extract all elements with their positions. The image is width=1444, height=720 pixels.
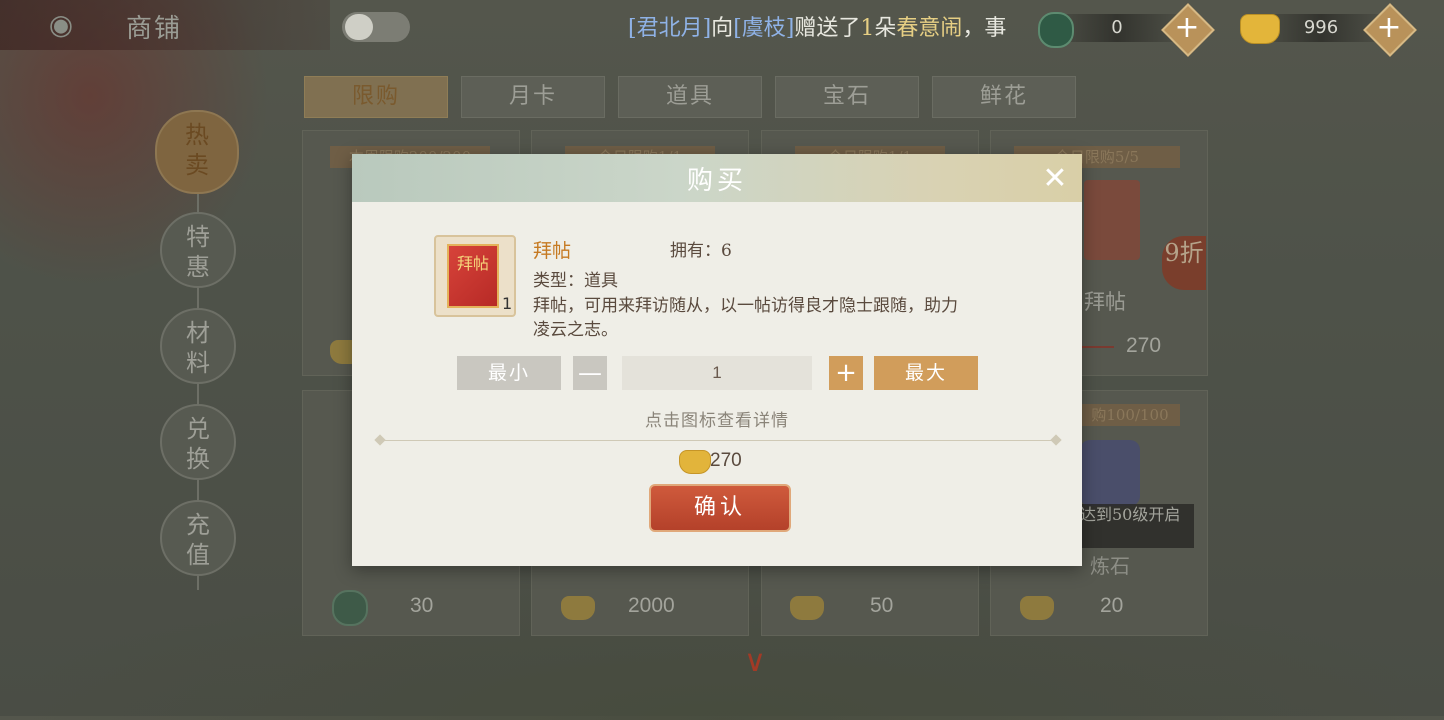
detail-hint: 点击图标查看详情 [645, 411, 789, 431]
card-price: 270 [1126, 334, 1162, 357]
item-name: 拜帖 [533, 240, 572, 262]
side-materials[interactable]: 材料 [160, 308, 236, 384]
total-price: 270 [710, 450, 742, 471]
divider [380, 440, 1058, 441]
flower-name: 春意闹 [896, 16, 963, 41]
close-icon[interactable]: ✕ [1040, 164, 1070, 194]
scroll-down-icon[interactable]: ∨ [744, 644, 766, 679]
page-title: 商铺 [126, 14, 183, 44]
discount-badge: 9折 [1162, 236, 1206, 290]
side-hot[interactable]: 热卖 [155, 110, 239, 194]
receiver-name: [虞枝] [733, 16, 795, 41]
tab-items[interactable]: 道具 [618, 76, 762, 118]
sender-name: [君北月] [628, 16, 712, 41]
lock-icon [1080, 440, 1140, 506]
toggle-knob[interactable] [345, 14, 373, 40]
card-price: 30 [410, 594, 434, 617]
side-label: 热卖 [185, 121, 209, 179]
side-label: 充值 [186, 511, 210, 569]
marquee-text: ，事 [962, 16, 1007, 41]
increase-button[interactable]: + [829, 356, 863, 390]
plus-icon[interactable]: + [1372, 11, 1406, 45]
card-price: 20 [1100, 594, 1124, 617]
baitie-item-icon[interactable] [1084, 180, 1140, 260]
side-recharge[interactable]: 充值 [160, 500, 236, 576]
marquee-text: 朵 [874, 16, 897, 41]
side-exchange[interactable]: 兑换 [160, 404, 236, 480]
lock-message: 达到50级开启 [1074, 504, 1194, 548]
gold-ingot-icon [679, 450, 711, 474]
side-label: 材料 [186, 319, 210, 377]
min-quantity-button[interactable]: 最小 [457, 356, 561, 390]
max-quantity-button[interactable]: 最大 [874, 356, 978, 390]
card-price: 50 [870, 594, 894, 617]
card-name: 炼石 [1090, 554, 1130, 578]
tab-limited[interactable]: 限购 [304, 76, 448, 118]
card-price: 2000 [628, 594, 675, 617]
marquee-text: 向 [711, 16, 734, 41]
baitie-book-icon[interactable]: 拜帖 [447, 244, 499, 308]
gold-ingot-icon [561, 596, 595, 620]
gold-ingot-icon [790, 596, 824, 620]
gold-ingot-icon [1240, 14, 1280, 44]
card-name: 拜帖 [1084, 290, 1126, 314]
tab-gems[interactable]: 宝石 [775, 76, 919, 118]
broadcast-marquee: [君北月]向[虞枝]赠送了1朵春意闹，事 [628, 10, 1038, 42]
side-label: 特惠 [186, 223, 210, 281]
cloud-swirl-icon: ◉ [48, 8, 74, 41]
gift-count: 1 [860, 16, 875, 41]
owned-count: 拥有：6 [670, 241, 732, 261]
tab-monthly-card[interactable]: 月卡 [461, 76, 605, 118]
dialog-title: 购买 [686, 166, 747, 196]
jade-coin-icon [332, 590, 368, 626]
item-type: 类型：道具 [533, 271, 618, 291]
plus-icon[interactable]: + [1170, 11, 1204, 45]
side-label: 兑换 [186, 415, 210, 473]
item-stack-count: 1 [502, 294, 513, 313]
tab-flowers[interactable]: 鲜花 [932, 76, 1076, 118]
quantity-field[interactable]: 1 [622, 356, 812, 390]
gold-ingot-icon [1020, 596, 1054, 620]
jade-coin-icon [1038, 12, 1074, 48]
marquee-text: 赠送了 [794, 16, 861, 41]
side-special[interactable]: 特惠 [160, 212, 236, 288]
decrease-button[interactable]: — [573, 356, 607, 390]
limit-tag: 购100/100 [1080, 404, 1180, 426]
back-button[interactable]: ◉ [30, 6, 92, 44]
confirm-button[interactable]: 确认 [649, 484, 791, 532]
item-description: 拜帖，可用来拜访随从，以一帖访得良才隐士跟随，助力凌云之志。 [533, 296, 958, 340]
